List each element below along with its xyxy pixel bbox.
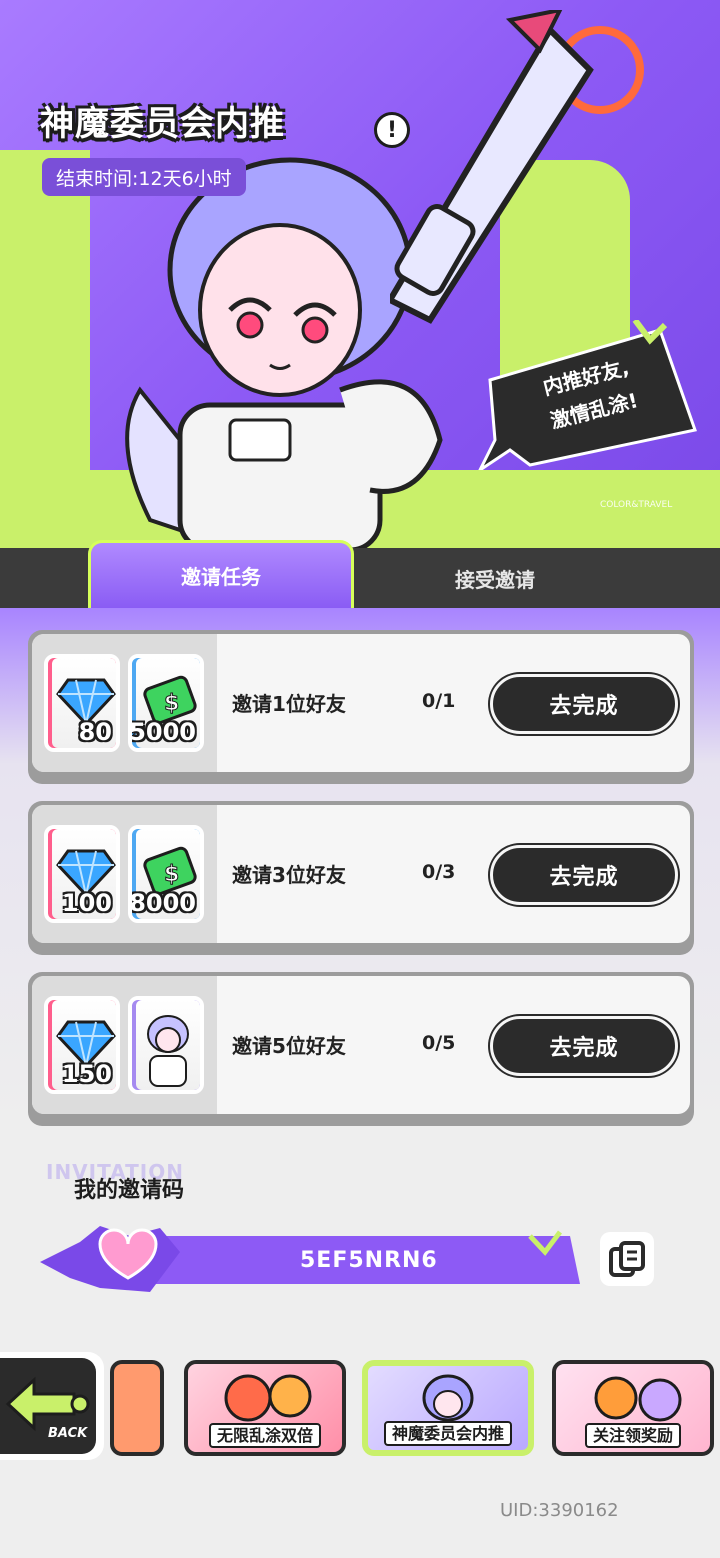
event-label-text: 关注领奖励	[584, 1423, 681, 1448]
svg-text:$: $	[164, 862, 179, 887]
event-art	[594, 1376, 682, 1422]
copy-button[interactable]	[600, 1232, 654, 1286]
page-title: 神魔委员会内推	[40, 104, 285, 144]
character-card-icon	[147, 1015, 189, 1087]
task-card: 100 $ 8000 邀请3位好友 0/3 去完成	[28, 801, 694, 955]
task-card: 150 邀请5位好友 0/5 去完成	[28, 972, 694, 1126]
event-card-follow-reward[interactable]: 关注领奖励	[552, 1360, 714, 1456]
svg-text:$: $	[164, 691, 179, 716]
task-list: 80 $ 5000 邀请1位好友 0/1 去完成 100 $ 8000 邀请3位…	[0, 608, 720, 1128]
reward-count: 5000	[129, 718, 196, 746]
reward-count: 80	[78, 718, 112, 746]
task-progress: 0/3	[422, 861, 456, 883]
copy-icon	[609, 1241, 645, 1277]
hero-banner: 内推好友, 激情乱涂! 神魔委员会内推 ! 结束时间:12天6小时 COLOR&…	[0, 0, 720, 548]
reward-item: 80	[44, 654, 120, 752]
reward-item: 150	[44, 996, 120, 1094]
go-complete-button[interactable]: 去完成	[490, 1016, 678, 1076]
go-complete-button[interactable]: 去完成	[490, 674, 678, 734]
task-progress: 0/5	[422, 1032, 456, 1054]
invite-code-title: 我的邀请码	[74, 1178, 185, 1203]
event-label-text: 无限乱涂双倍	[208, 1423, 321, 1448]
reward-count: 100	[61, 889, 112, 917]
reward-count: 8000	[129, 889, 196, 917]
brand-logo: COLOR&TRAVEL	[600, 500, 673, 510]
reward-item: $ 8000	[128, 825, 204, 923]
task-card-body: 80 $ 5000 邀请1位好友 0/1 去完成	[32, 634, 690, 772]
reward-count: 150	[61, 1060, 112, 1088]
back-button-body: BACK	[0, 1358, 96, 1454]
reward-item: $ 5000	[128, 654, 204, 752]
event-art	[422, 1374, 474, 1422]
gun-illustration	[390, 10, 644, 324]
task-card-body: 100 $ 8000 邀请3位好友 0/3 去完成	[32, 805, 690, 943]
back-button[interactable]: BACK	[0, 1352, 104, 1460]
tab-accept-invite[interactable]: 接受邀请	[360, 548, 630, 608]
user-id: UID:3390162	[500, 1500, 619, 1521]
task-name: 邀请3位好友	[232, 863, 346, 887]
event-label: 神魔委员会内推	[368, 1420, 528, 1446]
task-card-body: 150 邀请5位好友 0/5 去完成	[32, 976, 690, 1114]
task-name: 邀请5位好友	[232, 1034, 346, 1058]
tab-bar: 邀请任务 接受邀请	[0, 540, 720, 608]
event-art	[224, 1374, 312, 1422]
reward-item	[128, 996, 204, 1094]
deco-shape	[0, 150, 90, 480]
back-label: BACK	[48, 1426, 88, 1441]
task-card: 80 $ 5000 邀请1位好友 0/1 去完成	[28, 630, 694, 784]
event-card-committee-referral[interactable]: 神魔委员会内推	[362, 1360, 534, 1456]
info-button[interactable]: !	[374, 112, 410, 148]
task-name: 邀请1位好友	[232, 692, 346, 716]
go-complete-button[interactable]: 去完成	[490, 845, 678, 905]
invite-code-value[interactable]: 5EF5NRN6	[300, 1248, 438, 1273]
back-arrow-icon	[5, 1376, 90, 1432]
event-label: 关注领奖励	[556, 1422, 710, 1448]
reward-item: 100	[44, 825, 120, 923]
end-time-label: 结束时间:12天6小时	[42, 158, 246, 196]
event-card-partial[interactable]	[110, 1360, 164, 1456]
event-label: 无限乱涂双倍	[188, 1422, 342, 1448]
event-label-text: 神魔委员会内推	[383, 1421, 512, 1446]
task-progress: 0/1	[422, 690, 456, 712]
tab-invite-tasks[interactable]: 邀请任务	[88, 540, 354, 608]
event-card-double-paint[interactable]: 无限乱涂双倍	[184, 1360, 346, 1456]
